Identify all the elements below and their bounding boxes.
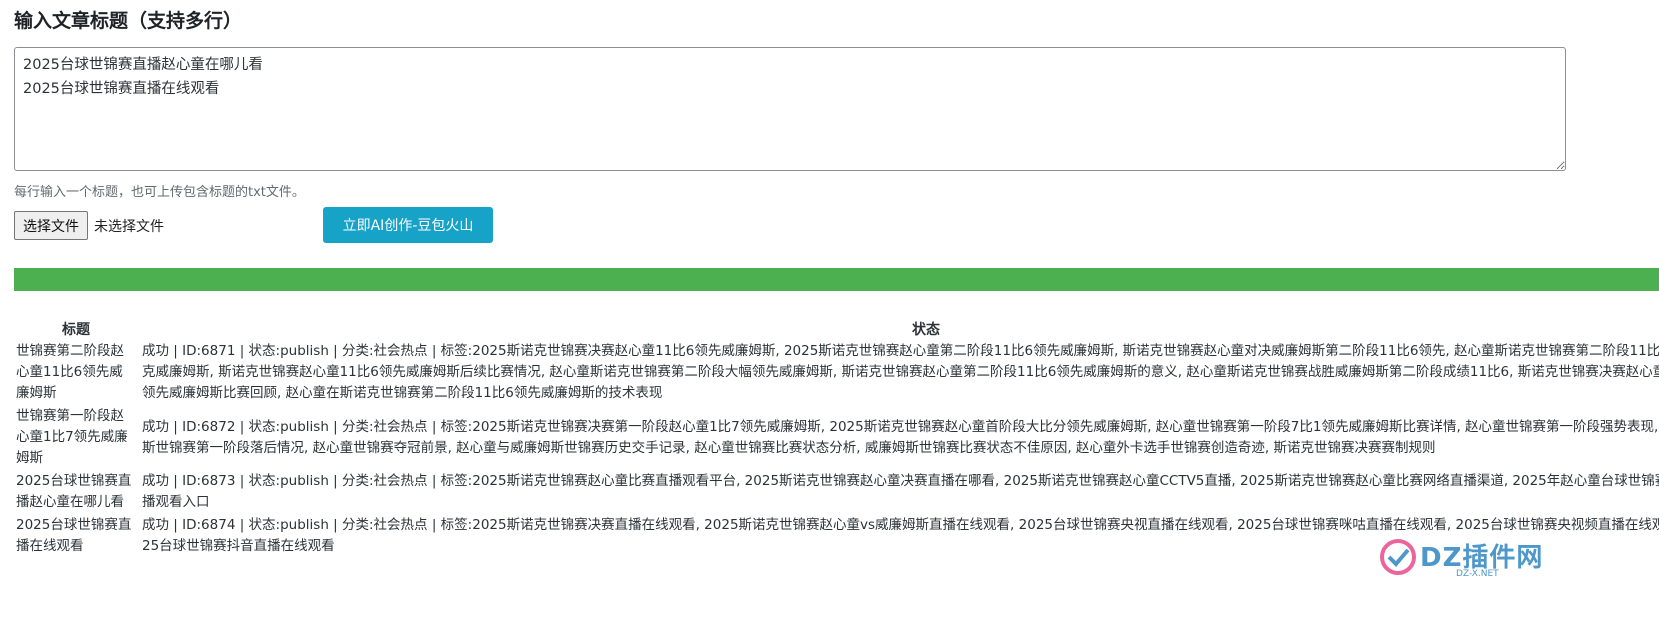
table-row: 世锦赛第一阶段赵心童1比7领先威廉姆斯 成功 | ID:6872 | 状态:pu… [14, 405, 1659, 470]
row-status: 成功 | ID:6871 | 状态:publish | 分类:社会热点 | 标签… [142, 343, 1659, 401]
table-row: 2025台球世锦赛直播赵心童在哪儿看 成功 | ID:6873 | 状态:pub… [14, 470, 1659, 514]
page-title: 输入文章标题（支持多行） [14, 10, 243, 32]
page: 输入文章标题（支持多行） 每行输入一个标题，也可上传包含标题的txt文件。 选择… [0, 0, 1659, 632]
column-header-title: 标题 [62, 322, 90, 338]
table-row: 世锦赛第二阶段赵心童11比6领先威廉姆斯 成功 | ID:6871 | 状态:p… [14, 340, 1659, 405]
ai-create-button[interactable]: 立即AI创作-豆包火山 [323, 207, 493, 243]
watermark-logo-icon [1380, 539, 1416, 575]
table-header-row: 标题 状态 [14, 318, 1659, 340]
row-title: 2025台球世锦赛直播在线观看 [16, 517, 132, 554]
row-status: 成功 | ID:6873 | 状态:publish | 分类:社会热点 | 标签… [142, 473, 1659, 510]
row-status: 成功 | ID:6872 | 状态:publish | 分类:社会热点 | 标签… [142, 418, 1659, 456]
progress-bar [14, 268, 1659, 291]
results-table: 标题 状态 世锦赛第二阶段赵心童11比6领先威廉姆斯 成功 | ID:6871 … [14, 318, 1659, 558]
row-title: 世锦赛第一阶段赵心童1比7领先威廉姆斯 [16, 408, 128, 466]
row-title: 2025台球世锦赛直播赵心童在哪儿看 [16, 473, 132, 510]
file-upload: 选择文件 未选择文件 [14, 211, 164, 240]
progress-fill [14, 268, 1659, 291]
row-title: 世锦赛第二阶段赵心童11比6领先威廉姆斯 [16, 343, 124, 401]
watermark-subtext: DZ-X.NET [1456, 569, 1499, 579]
help-text: 每行输入一个标题，也可上传包含标题的txt文件。 [14, 185, 305, 200]
watermark: DZ插件网 DZ-X.NET [1378, 533, 1558, 585]
choose-file-button[interactable]: 选择文件 [14, 211, 88, 240]
column-header-status: 状态 [912, 322, 940, 338]
titles-textarea[interactable] [14, 47, 1566, 171]
file-status: 未选择文件 [94, 218, 164, 235]
